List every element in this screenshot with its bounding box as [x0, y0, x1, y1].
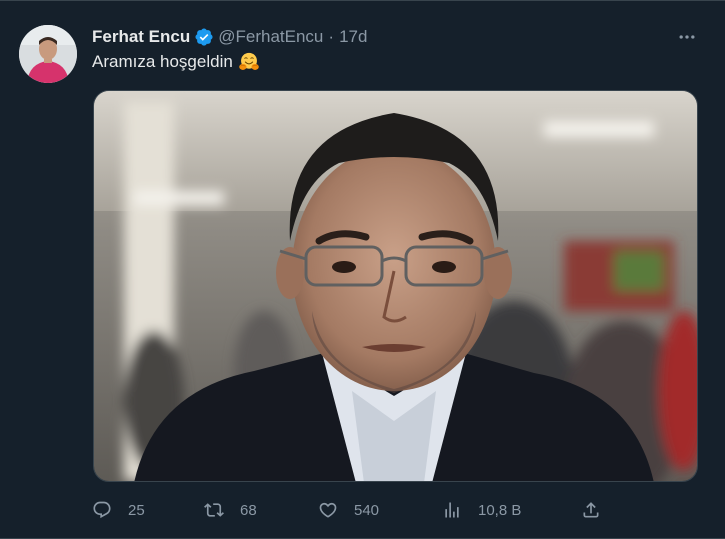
more-options-button[interactable]: [675, 27, 699, 47]
views-button[interactable]: 10,8 B: [442, 497, 521, 523]
heart-icon: [319, 502, 337, 518]
tweet-text-content: Aramıza hoşgeldin: [92, 52, 233, 71]
like-count: 540: [354, 501, 380, 519]
tweet-header: Ferhat Encu @FerhatEncu · 17d: [92, 25, 367, 49]
photo-image: [94, 91, 697, 481]
bar-chart-icon: [445, 502, 459, 518]
reply-count: 25: [128, 501, 145, 519]
retweet-button[interactable]: 68: [204, 497, 257, 523]
verified-badge-icon: [194, 27, 214, 47]
share-button[interactable]: [581, 497, 601, 523]
separator-dot: ·: [328, 27, 335, 46]
retweet-icon: [204, 503, 224, 517]
more-icon: [679, 35, 695, 39]
hugging-face-emoji-icon: [238, 51, 260, 73]
reply-button[interactable]: 25: [92, 497, 145, 523]
share-icon: [583, 502, 599, 518]
author-handle[interactable]: @FerhatEncu: [218, 27, 323, 47]
tweet-text: Aramıza hoşgeldin: [92, 51, 260, 73]
author-avatar[interactable]: [19, 25, 77, 83]
author-name[interactable]: Ferhat Encu: [92, 27, 190, 47]
tweet-photo[interactable]: [93, 90, 698, 482]
views-count: 10,8 B: [478, 501, 522, 519]
reply-icon: [93, 501, 111, 519]
retweet-count: 68: [240, 501, 257, 519]
tweet[interactable]: Ferhat Encu @FerhatEncu · 17d Aramıza ho…: [0, 0, 725, 539]
tweet-actions: 25 68 540 10,8 B: [92, 497, 612, 523]
tweet-timestamp[interactable]: 17d: [339, 27, 367, 47]
like-button[interactable]: 540: [318, 497, 379, 523]
avatar-image: [19, 25, 77, 83]
